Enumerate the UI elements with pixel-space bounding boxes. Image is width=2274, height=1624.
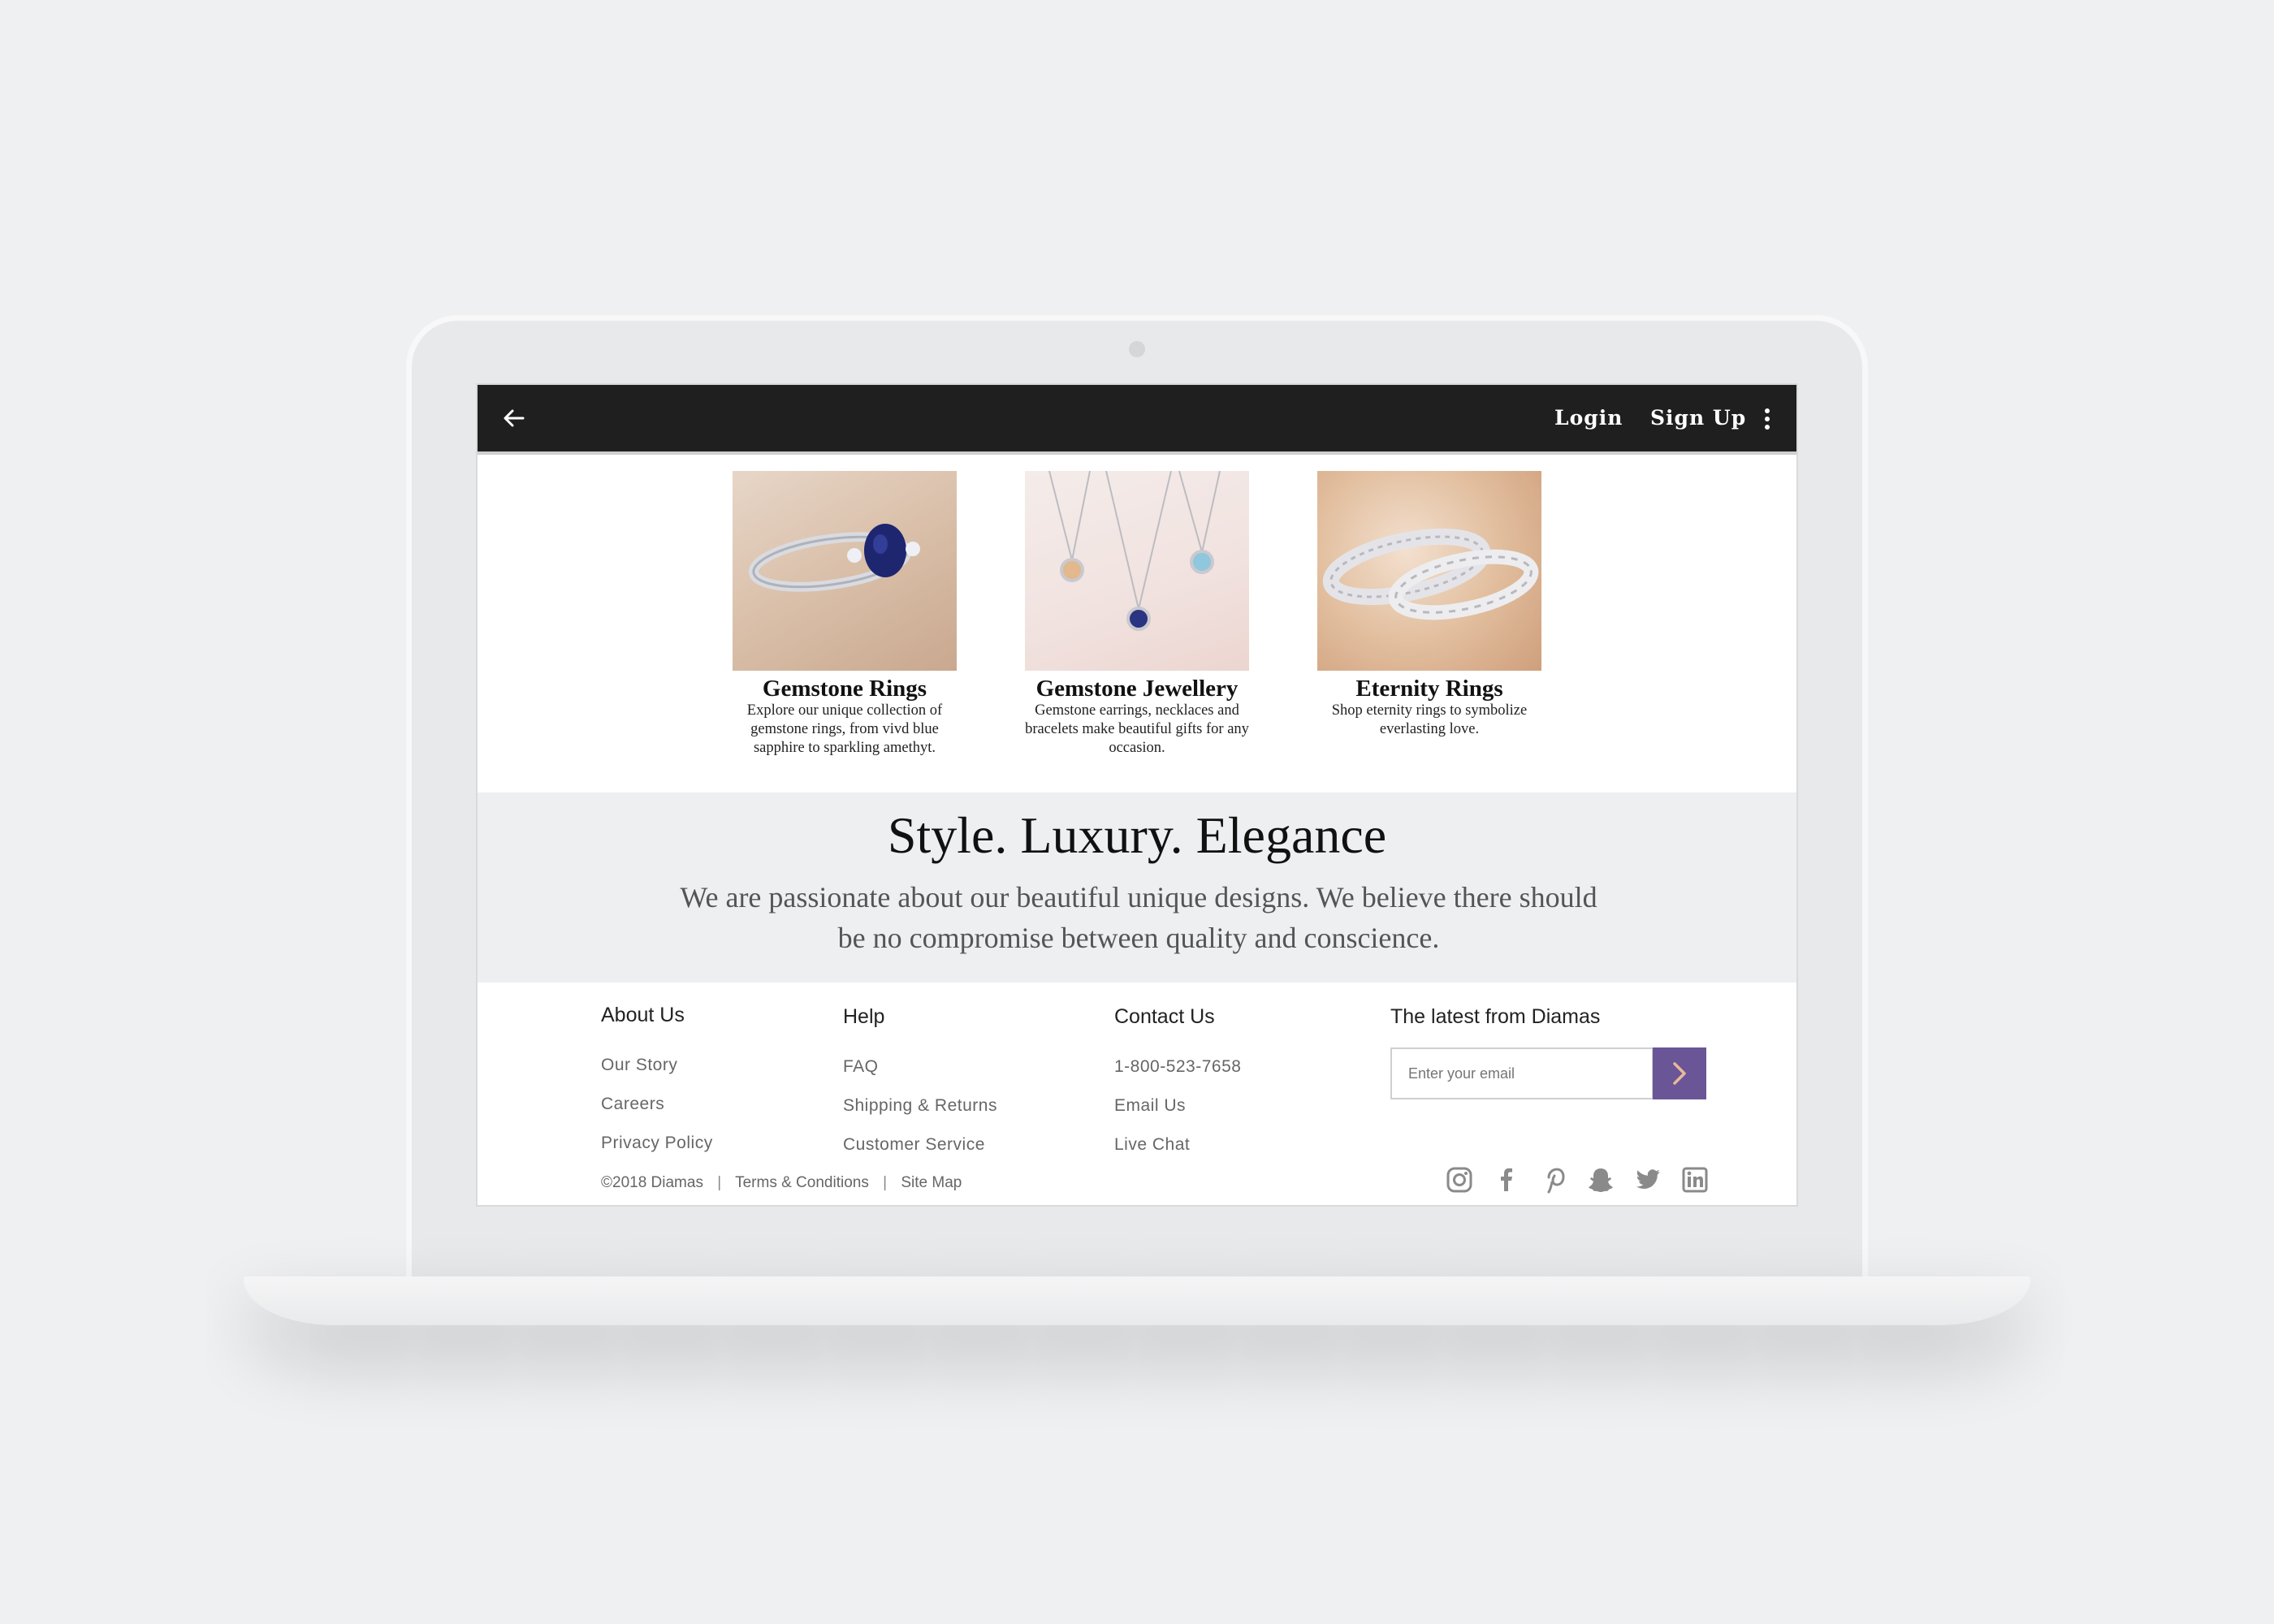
product-card-gemstone-rings[interactable]: Gemstone Rings Explore our unique collec…	[723, 471, 966, 758]
footer-link[interactable]: Careers	[601, 1085, 713, 1124]
footer-help-heading: Help	[843, 1005, 885, 1028]
product-desc-line: occasion.	[1109, 740, 1165, 756]
footer-link[interactable]: Our Story	[601, 1046, 713, 1085]
gemstone-jewellery-image	[1025, 471, 1249, 671]
product-desc-line: everlasting love.	[1379, 721, 1480, 737]
footer-link[interactable]: Customer Service	[843, 1125, 997, 1164]
footer-separator: |	[717, 1174, 722, 1191]
eternity-rings-image	[1317, 471, 1541, 671]
newsletter-heading: The latest from Diamas	[1390, 1005, 1601, 1028]
footer-email-link[interactable]: Email Us	[1114, 1086, 1241, 1125]
laptop-screen: Login Sign Up Gemstone Rings Explore our…	[476, 383, 1798, 1207]
top-nav-bar: Login Sign Up	[478, 385, 1796, 455]
linkedin-icon[interactable]	[1681, 1166, 1709, 1194]
product-title: Gemstone Rings	[762, 676, 927, 702]
product-description: Gemstone earrings, necklaces and bracele…	[1015, 702, 1259, 758]
terms-link[interactable]: Terms & Conditions	[735, 1174, 869, 1191]
copyright-text: ©2018 Diamas	[601, 1174, 703, 1191]
footer-newsletter-column: The latest from Diamas	[1390, 1004, 1600, 1047]
footer-contact-column: Contact Us 1-800-523-7658 Email Us Live …	[1114, 1004, 1241, 1164]
footer-bottom-bar: ©2018 Diamas | Terms & Conditions | Site…	[601, 1174, 971, 1192]
hero-text: We are passionate about our beautiful un…	[640, 877, 1637, 958]
hero-text-line: We are passionate about our beautiful un…	[680, 881, 1597, 914]
product-desc-line: Shop eternity rings to symbolize	[1331, 702, 1528, 719]
footer-about-heading: About Us	[601, 1004, 685, 1026]
footer-contact-heading: Contact Us	[1114, 1005, 1215, 1028]
product-desc-line: Explore our unique collection of	[746, 702, 943, 719]
footer-link[interactable]: Shipping & Returns	[843, 1086, 997, 1125]
product-title: Gemstone Jewellery	[1035, 676, 1239, 702]
chevron-right-icon	[1673, 1062, 1686, 1085]
hero-section: Style. Luxury. Elegance We are passionat…	[478, 793, 1796, 983]
twitter-icon[interactable]	[1634, 1166, 1662, 1194]
hero-title: Style. Luxury. Elegance	[887, 806, 1387, 864]
signup-link[interactable]: Sign Up	[1650, 406, 1746, 430]
laptop-base	[244, 1276, 2030, 1325]
footer-separator: |	[883, 1174, 888, 1191]
back-arrow-icon[interactable]	[502, 406, 526, 430]
product-description: Shop eternity rings to symbolize everlas…	[1308, 702, 1551, 739]
newsletter-submit-button[interactable]	[1653, 1047, 1706, 1099]
product-card-eternity-rings[interactable]: Eternity Rings Shop eternity rings to sy…	[1308, 471, 1551, 739]
footer-help-column: Help FAQ Shipping & Returns Customer Ser…	[843, 1004, 997, 1164]
product-desc-line: sapphire to sparkling amethyt.	[753, 740, 936, 756]
footer-about-column: About Us Our Story Careers Privacy Polic…	[601, 1002, 713, 1163]
more-menu-icon[interactable]	[1761, 406, 1774, 432]
instagram-icon[interactable]	[1446, 1166, 1473, 1194]
product-desc-line: gemstone rings, from vivd blue	[750, 721, 939, 737]
sitemap-link[interactable]: Site Map	[901, 1174, 962, 1191]
product-desc-line: bracelets make beautiful gifts for any	[1025, 721, 1249, 737]
footer-chat-link[interactable]: Live Chat	[1114, 1125, 1241, 1164]
product-desc-line: Gemstone earrings, necklaces and	[1035, 702, 1239, 719]
snapchat-icon[interactable]	[1587, 1166, 1615, 1194]
laptop-camera	[1129, 341, 1145, 357]
footer-link[interactable]: Privacy Policy	[601, 1124, 713, 1163]
pinterest-icon[interactable]	[1540, 1166, 1567, 1194]
product-card-gemstone-jewellery[interactable]: Gemstone Jewellery Gemstone earrings, ne…	[1015, 471, 1259, 758]
footer-link[interactable]: FAQ	[843, 1047, 997, 1086]
hero-text-line: be no compromise between quality and con…	[837, 922, 1440, 954]
footer-phone-link[interactable]: 1-800-523-7658	[1114, 1047, 1241, 1086]
product-description: Explore our unique collection of gemston…	[723, 702, 966, 758]
login-link[interactable]: Login	[1554, 406, 1623, 430]
gemstone-ring-image	[733, 471, 957, 671]
facebook-icon[interactable]	[1493, 1166, 1520, 1194]
product-title: Eternity Rings	[1355, 676, 1503, 702]
newsletter-email-input[interactable]	[1390, 1047, 1654, 1099]
